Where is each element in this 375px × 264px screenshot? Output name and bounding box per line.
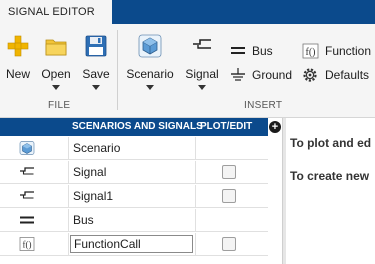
bus-label: Bus <box>252 44 273 58</box>
row-name-cell[interactable]: Bus <box>69 209 196 232</box>
scenario-label: Scenario <box>126 67 174 81</box>
signal-icon <box>20 167 34 175</box>
panel-splitter[interactable] <box>282 118 286 264</box>
row-name-cell[interactable] <box>69 233 196 256</box>
gear-icon <box>303 68 317 82</box>
svg-text:f(): f() <box>23 240 32 250</box>
new-plus-icon <box>7 35 29 57</box>
row-plot-cell <box>196 137 268 160</box>
folder-icon <box>45 39 67 56</box>
function-call-icon: f() <box>19 237 35 251</box>
defaults-button[interactable]: Defaults <box>302 67 375 83</box>
toolstrip: New Open Save FILE Scenario Signal Bus G… <box>0 24 375 118</box>
table-row[interactable]: Scenario <box>0 137 268 160</box>
row-name-cell[interactable]: Scenario <box>69 137 196 160</box>
file-insert-separator <box>117 30 118 110</box>
file-group-label: FILE <box>48 100 71 111</box>
svg-text:f(): f() <box>306 47 316 58</box>
signal-chevron-down-icon[interactable] <box>198 85 206 90</box>
row-name-cell[interactable]: Signal1 <box>69 185 196 208</box>
plot-checkbox[interactable] <box>222 189 236 203</box>
ground-label: Ground <box>252 68 293 82</box>
tab-strip: SIGNAL EDITOR <box>0 0 375 24</box>
bus-icon <box>20 216 34 224</box>
table-row[interactable]: Signal1 <box>0 185 268 208</box>
function-call-button[interactable]: f() Function C <box>302 43 375 59</box>
open-label: Open <box>41 67 71 81</box>
scenario-icon <box>19 141 35 155</box>
table-row[interactable]: Bus <box>0 209 268 232</box>
row-plot-cell <box>196 185 268 208</box>
open-button[interactable]: Open <box>38 24 74 94</box>
function-call-icon: f() <box>302 43 319 59</box>
plus-circle-icon[interactable]: + <box>269 121 281 133</box>
save-chevron-down-icon[interactable] <box>92 85 100 90</box>
scenario-button[interactable]: Scenario <box>124 24 176 94</box>
row-icon-cell <box>0 137 69 160</box>
scenario-cube-icon <box>138 34 162 58</box>
row-name: Scenario <box>73 141 121 155</box>
signals-table: SCENARIOS AND SIGNALS PLOT/EDIT + Scenar… <box>0 118 282 264</box>
new-button[interactable]: New <box>2 24 34 94</box>
plot-checkbox[interactable] <box>222 165 236 179</box>
ground-icon <box>231 68 245 81</box>
new-label: New <box>5 67 30 81</box>
row-plot-cell <box>196 233 268 256</box>
column-header-plot[interactable]: PLOT/EDIT <box>200 118 252 136</box>
column-header-name[interactable]: SCENARIOS AND SIGNALS <box>72 118 203 136</box>
save-label: Save <box>82 67 110 81</box>
insert-group-label: INSERT <box>244 100 283 111</box>
bus-button[interactable]: Bus <box>229 43 299 59</box>
row-plot-cell <box>196 209 268 232</box>
row-name-input[interactable] <box>70 235 193 253</box>
floppy-disk-icon <box>85 35 107 57</box>
row-name: Signal <box>73 165 107 179</box>
hint-plot-text: To plot and ed <box>290 136 372 150</box>
signal-step-icon <box>193 39 211 49</box>
ground-button[interactable]: Ground <box>229 67 299 83</box>
signal-label: Signal <box>185 67 219 81</box>
hint-create-text: To create new <box>290 169 370 183</box>
row-name: Signal1 <box>73 189 114 203</box>
row-plot-cell <box>196 161 268 184</box>
function-call-label: Function C <box>325 44 375 58</box>
row-icon-cell <box>0 161 69 184</box>
row-name-cell[interactable]: Signal <box>69 161 196 184</box>
row-name: Bus <box>73 213 94 227</box>
signal-button[interactable]: Signal <box>182 24 222 94</box>
scenario-chevron-down-icon[interactable] <box>146 85 154 90</box>
plot-checkbox[interactable] <box>222 237 236 251</box>
row-icon-cell <box>0 209 69 232</box>
table-row[interactable]: Signal <box>0 161 268 184</box>
signal-icon <box>20 191 34 199</box>
row-icon-cell: f() <box>0 233 69 256</box>
open-chevron-down-icon[interactable] <box>52 85 60 90</box>
bus-icon <box>231 47 245 54</box>
row-icon-cell <box>0 185 69 208</box>
table-row[interactable]: f() <box>0 233 268 256</box>
table-header: SCENARIOS AND SIGNALS PLOT/EDIT <box>0 118 268 136</box>
defaults-label: Defaults <box>325 68 370 82</box>
tab-signal-editor[interactable]: SIGNAL EDITOR <box>0 0 112 24</box>
save-button[interactable]: Save <box>80 24 112 94</box>
